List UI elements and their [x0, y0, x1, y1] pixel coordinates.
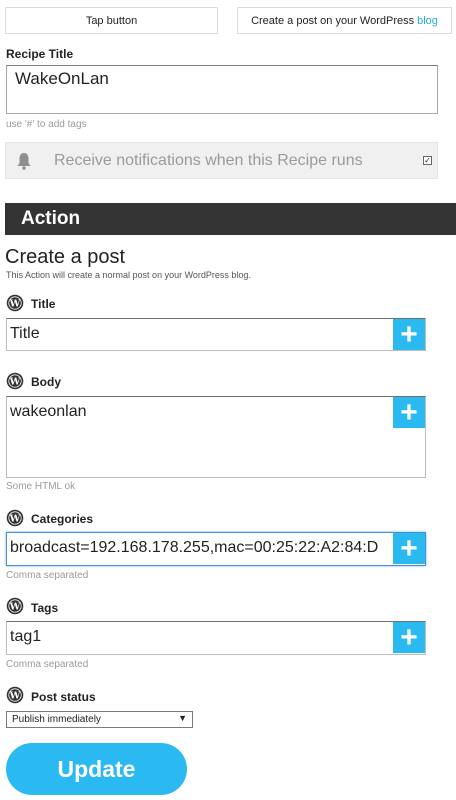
categories-hint: Comma separated — [6, 570, 89, 581]
recipe-title-label: Recipe Title — [6, 47, 74, 61]
tap-button-tab-label: Tap button — [85, 14, 138, 27]
svg-text:W: W — [9, 377, 21, 388]
tap-button-tab[interactable]: Tap button — [5, 7, 218, 34]
plus-icon: + — [400, 531, 418, 565]
notification-label: Receive notifications when this Recipe r… — [54, 152, 363, 169]
action-section-header: Action — [5, 203, 456, 235]
plus-icon: + — [400, 395, 418, 429]
action-header-label: Action — [21, 208, 81, 229]
svg-text:W: W — [9, 602, 21, 613]
plus-icon: + — [400, 317, 418, 351]
update-button[interactable]: Update — [6, 743, 187, 795]
body-hint: Some HTML ok — [6, 481, 76, 492]
wordpress-icon: W — [6, 372, 24, 390]
categories-input[interactable]: broadcast=192.168.178.255,mac=00:25:22:A… — [6, 532, 426, 566]
bell-icon — [17, 153, 31, 170]
tags-add-ingredient-button[interactable]: + — [393, 622, 425, 653]
tags-field-label: Tags — [31, 601, 59, 615]
notification-checkbox[interactable]: ✓ — [423, 156, 432, 165]
title-input[interactable]: Title — [6, 318, 426, 351]
post-status-selected: Publish immediately — [12, 714, 101, 725]
body-textarea[interactable]: wakeonlan — [6, 396, 426, 478]
plus-icon: + — [400, 620, 418, 654]
wordpress-icon: W — [6, 509, 24, 527]
svg-text:W: W — [9, 691, 21, 702]
action-description: This Action will create a normal post on… — [6, 270, 251, 280]
wordpress-icon: W — [6, 686, 24, 704]
post-status-label: Post status — [31, 690, 96, 704]
title-field-label: Title — [31, 297, 56, 311]
create-post-tab-label: Create a post on your WordPress — [251, 14, 415, 27]
notification-toggle[interactable]: Receive notifications when this Recipe r… — [5, 142, 438, 179]
categories-add-ingredient-button[interactable]: + — [393, 533, 425, 564]
tags-input[interactable]: tag1 — [6, 621, 426, 655]
blog-link[interactable]: blog — [417, 15, 438, 27]
trigger-action-tabs: Tap button Create a post on your WordPre… — [5, 7, 452, 34]
create-post-tab[interactable]: Create a post on your WordPress blog — [237, 7, 452, 34]
body-add-ingredient-button[interactable]: + — [393, 397, 425, 428]
wordpress-icon: W — [6, 597, 24, 615]
svg-text:W: W — [9, 514, 21, 525]
wordpress-icon: W — [6, 294, 24, 312]
tags-hint: use '#' to add tags — [6, 119, 87, 130]
body-field-label: Body — [31, 375, 61, 389]
recipe-title-input[interactable]: WakeOnLan — [6, 65, 438, 114]
title-add-ingredient-button[interactable]: + — [393, 319, 425, 350]
chevron-down-icon: ▼ — [178, 713, 187, 723]
svg-text:W: W — [9, 299, 21, 310]
categories-field-label: Categories — [31, 512, 94, 526]
update-button-label: Update — [57, 755, 136, 782]
action-name: Create a post — [5, 246, 126, 268]
post-status-select[interactable]: Publish immediately ▼ — [6, 711, 193, 728]
tags-hint: Comma separated — [6, 659, 89, 670]
